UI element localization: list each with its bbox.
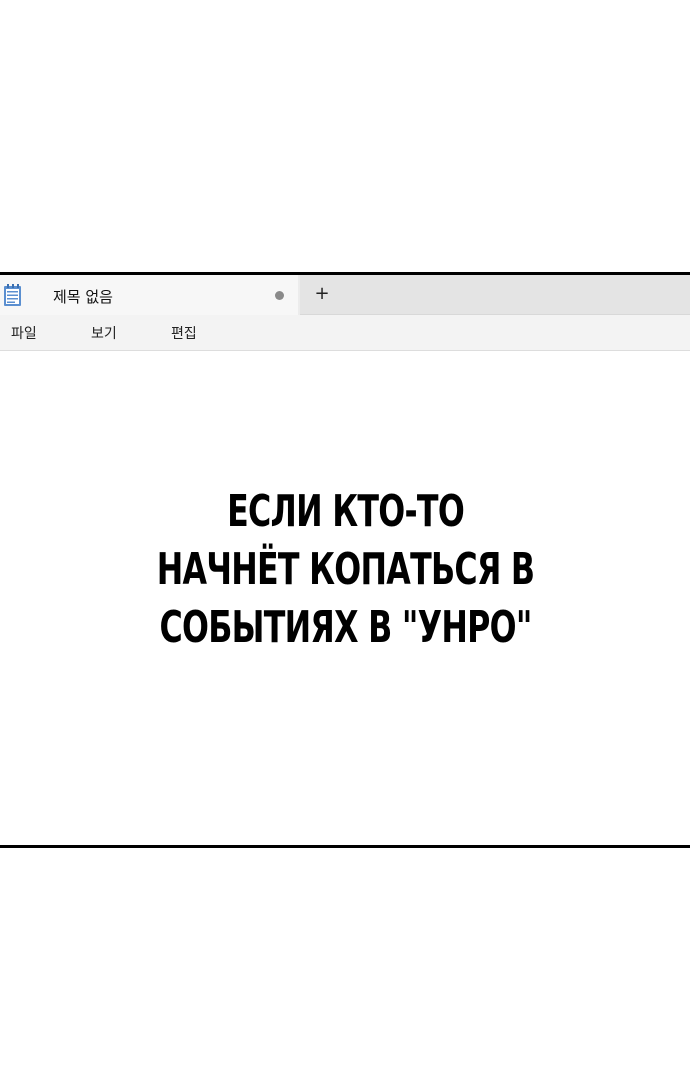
editor-text: ЕСЛИ КТО-ТО НАЧНЁТ КОПАТЬСЯ В СОБЫТИЯХ В… — [97, 483, 594, 657]
tab-bar: 제목 없음 + — [0, 275, 690, 315]
tab-title: 제목 없음 — [53, 288, 113, 306]
editor-line: ЕСЛИ КТО-ТО — [227, 486, 465, 537]
notepad-window: 제목 없음 + 파일 보기 편집 ЕСЛИ КТО-ТО НАЧНЁТ КОПА… — [0, 272, 690, 848]
editor-line: НАЧНЁТ КОПАТЬСЯ В — [156, 544, 535, 595]
menu-view[interactable]: 보기 — [91, 323, 117, 343]
text-editor-area[interactable]: ЕСЛИ КТО-ТО НАЧНЁТ КОПАТЬСЯ В СОБЫТИЯХ В… — [0, 352, 690, 845]
notepad-icon — [3, 283, 23, 307]
editor-line: СОБЫТИЯХ В "УНРО" — [159, 602, 532, 653]
tab-strip — [300, 275, 690, 315]
tab-untitled[interactable]: 제목 없음 — [0, 275, 298, 315]
menu-edit[interactable]: 편집 — [171, 323, 197, 343]
page: 제목 없음 + 파일 보기 편집 ЕСЛИ КТО-ТО НАЧНЁТ КОПА… — [0, 0, 690, 1067]
menu-bar: 파일 보기 편집 — [0, 315, 690, 351]
menu-file[interactable]: 파일 — [11, 323, 37, 343]
modified-dot-icon[interactable] — [275, 291, 284, 300]
new-tab-button[interactable]: + — [312, 283, 332, 305]
